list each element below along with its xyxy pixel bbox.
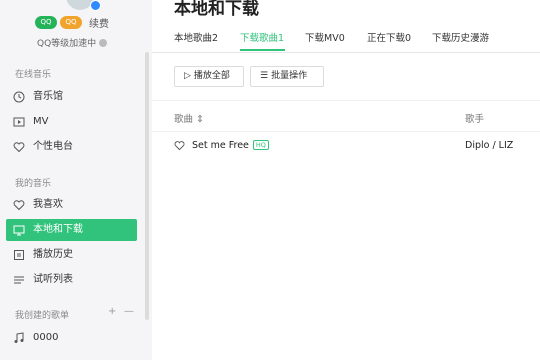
table-row[interactable]: Set me Free HQ Diplo / LIZ xyxy=(152,131,540,161)
collapse-playlists-button[interactable]: — xyxy=(124,306,134,317)
song-title[interactable]: Set me Free HQ xyxy=(192,140,269,151)
tab-bar: 本地歌曲2 下载歌曲1 下载MV0 正在下载0 下载历史漫游 xyxy=(152,0,540,53)
batch-operation-button[interactable]: ☰ 批量操作 xyxy=(250,66,324,87)
vip-badge[interactable]: QQ xyxy=(35,16,57,29)
play-all-label: 播放全部 xyxy=(193,71,230,81)
level-badge[interactable]: QQ xyxy=(60,16,82,29)
column-song-label: 歌曲 xyxy=(174,114,194,125)
section-online-music: 在线音乐 xyxy=(15,70,52,80)
tab-downloaded-songs[interactable]: 下载歌曲1 xyxy=(240,30,284,44)
vip-status[interactable]: QQ等级加速中 xyxy=(37,36,108,49)
sidebar: QQ QQ 续费 QQ等级加速中 在线音乐 音乐馆 MV 个性电台 我的音乐 我… xyxy=(0,0,152,360)
sidebar-item-label: 0000 xyxy=(33,332,59,343)
batch-icon: ☰ xyxy=(260,71,269,81)
sidebar-item-radio[interactable]: 个性电台 xyxy=(6,136,137,158)
song-artist[interactable]: Diplo / LIZ xyxy=(465,140,513,151)
sidebar-item-trial-list[interactable]: 试听列表 xyxy=(6,269,137,291)
computer-icon xyxy=(13,225,25,236)
renew-link[interactable]: 续费 xyxy=(89,15,109,30)
column-song-header[interactable]: 歌曲 ⇕ xyxy=(174,111,204,125)
sidebar-item-label: 本地和下载 xyxy=(33,224,83,235)
radio-icon xyxy=(13,142,25,153)
add-playlist-button[interactable]: + xyxy=(108,306,116,317)
tab-downloaded-mv[interactable]: 下载MV0 xyxy=(305,30,345,44)
sidebar-item-local-download[interactable]: 本地和下载 xyxy=(6,219,137,241)
sidebar-item-playlist[interactable]: 0000 xyxy=(6,327,137,349)
active-tab-indicator xyxy=(240,49,285,51)
sidebar-item-favorites[interactable]: 我喜欢 xyxy=(6,194,137,216)
profile-area: QQ QQ 续费 QQ等级加速中 xyxy=(0,0,152,52)
sidebar-item-music-hall[interactable]: 音乐馆 xyxy=(6,86,137,108)
tab-downloading[interactable]: 正在下载0 xyxy=(367,30,411,44)
heart-icon[interactable] xyxy=(174,140,185,151)
mv-icon xyxy=(13,117,25,127)
song-title-text: Set me Free xyxy=(192,140,249,151)
batch-operation-label: 批量操作 xyxy=(271,71,308,81)
sidebar-item-label: 我喜欢 xyxy=(33,199,63,210)
list-icon xyxy=(14,276,24,284)
play-all-button[interactable]: ▷ 播放全部 xyxy=(174,66,244,87)
play-icon: ▷ xyxy=(184,71,191,81)
sidebar-item-label: 个性电台 xyxy=(33,141,73,152)
sidebar-item-label: MV xyxy=(33,116,49,127)
section-created-playlists: 我创建的歌单 xyxy=(15,311,70,321)
vip-status-label: QQ等级加速中 xyxy=(37,39,97,49)
song-list-header: 歌曲 ⇕ 歌手 xyxy=(152,100,540,132)
sidebar-item-history[interactable]: 播放历史 xyxy=(6,244,137,266)
sidebar-item-label: 播放历史 xyxy=(33,249,73,260)
heart-icon xyxy=(13,200,25,211)
vip-info-icon xyxy=(99,39,108,47)
music-hall-icon xyxy=(13,91,25,103)
tab-local-songs[interactable]: 本地歌曲2 xyxy=(174,30,218,44)
tab-download-history[interactable]: 下载历史漫游 xyxy=(432,30,489,44)
section-my-music: 我的音乐 xyxy=(15,179,52,189)
sidebar-item-mv[interactable]: MV xyxy=(6,111,137,133)
sidebar-scrollbar[interactable] xyxy=(145,52,149,320)
sort-icon: ⇕ xyxy=(196,114,205,125)
avatar-status-dot xyxy=(90,0,101,11)
sidebar-item-label: 试听列表 xyxy=(33,274,73,285)
sidebar-item-label: 音乐馆 xyxy=(33,91,63,102)
main-panel: 本地和下载 本地歌曲2 下载歌曲1 下载MV0 正在下载0 下载历史漫游 ▷ 播放… xyxy=(152,0,540,360)
column-artist-header[interactable]: 歌手 xyxy=(465,111,484,125)
hq-badge: HQ xyxy=(252,140,269,150)
note-icon xyxy=(14,332,24,343)
clock-icon xyxy=(14,250,24,260)
